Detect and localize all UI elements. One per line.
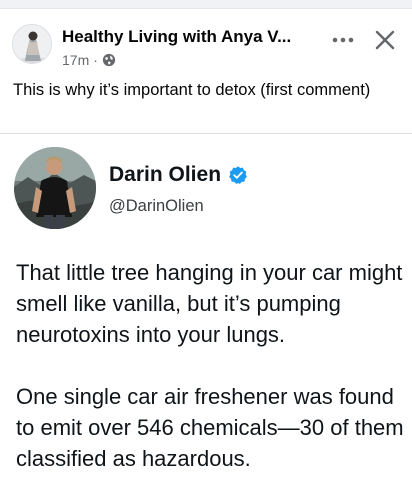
post-header: Healthy Living with Anya V... 17m ·	[0, 10, 412, 74]
tweet-author-name-text: Darin Olien	[109, 163, 222, 186]
tweet-paragraph: That little tree hanging in your car mig…	[16, 260, 403, 347]
meta-separator: ·	[93, 52, 98, 68]
verified-badge-icon	[228, 165, 248, 185]
post-meta: 17m ·	[62, 51, 116, 69]
tweet-author-name: Darin Olien	[109, 162, 248, 188]
globe-icon	[102, 53, 116, 67]
content-divider	[0, 133, 412, 134]
close-icon	[375, 30, 395, 50]
tweet-author-handle: @DarinOlien	[109, 197, 204, 215]
close-button[interactable]	[368, 23, 402, 57]
page-avatar[interactable]	[12, 24, 52, 64]
post-time[interactable]: 17m	[62, 52, 89, 68]
page-name[interactable]: Healthy Living with Anya V...	[62, 27, 312, 47]
tweet-paragraph: One single car air freshener was found t…	[16, 384, 404, 471]
tweet-author-avatar	[14, 147, 96, 229]
more-options-icon	[332, 37, 354, 43]
more-options-button[interactable]	[326, 27, 360, 53]
top-separator	[0, 0, 412, 9]
tweet-body: That little tree hanging in your car mig…	[16, 257, 408, 474]
post-caption: This is why it’s important to detox (fir…	[13, 81, 371, 99]
